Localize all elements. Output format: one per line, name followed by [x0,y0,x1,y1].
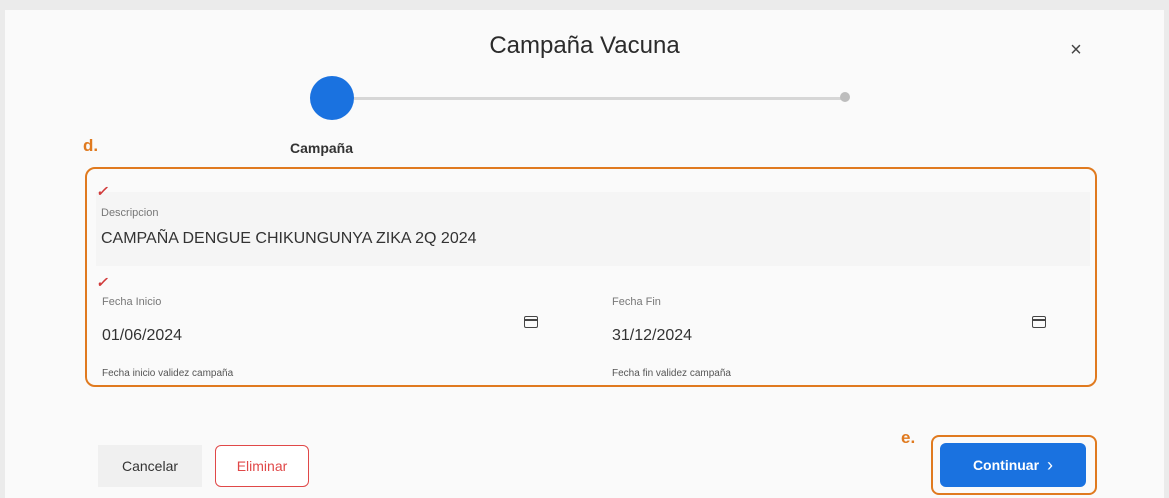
delete-button[interactable]: Eliminar [215,445,309,487]
required-marker-icon: ✓ [96,183,108,199]
calendar-icon[interactable] [1032,316,1046,328]
continue-button[interactable]: Continuar › [940,443,1086,487]
annotation-marker-continue: e. [901,428,916,447]
end-date-input[interactable]: 31/12/2024 [612,327,692,345]
end-date-hint: Fecha fin validez campaña [612,368,731,379]
dialog-title: Campaña Vacuna [489,32,680,59]
stepper-connector [354,97,844,100]
close-icon[interactable]: × [1063,37,1089,63]
chevron-right-icon: › [1047,454,1054,475]
start-date-hint: Fecha inicio validez campaña [102,368,234,379]
stepper-active-step [310,76,354,120]
description-value: CAMPAÑA DENGUE CHIKUNGUNYA ZIKA 2Q 2024 [101,230,477,247]
cancel-button[interactable]: Cancelar [98,445,202,487]
calendar-icon[interactable] [524,316,538,328]
end-date-label: Fecha Fin [612,296,661,308]
stepper-step-label: Campaña [290,140,354,156]
required-marker-icon: ✓ [96,274,108,290]
start-date-label: Fecha Inicio [102,296,162,308]
continue-button-label: Continuar [972,457,1040,473]
annotation-marker-form: d. [83,136,99,155]
stepper-next-step [840,92,850,102]
description-label: Descripcion [101,207,159,219]
start-date-input[interactable]: 01/06/2024 [102,327,182,345]
description-field[interactable]: Descripcion CAMPAÑA DENGUE CHIKUNGUNYA Z… [96,192,1090,266]
